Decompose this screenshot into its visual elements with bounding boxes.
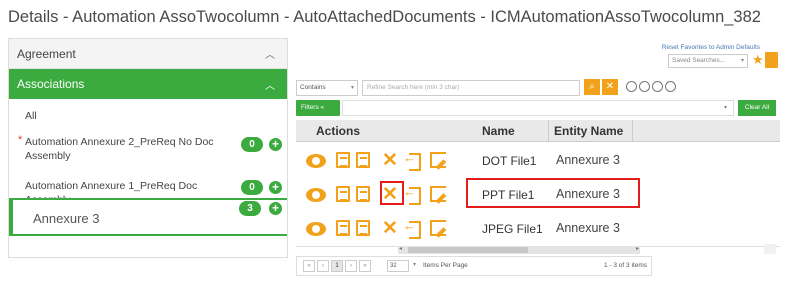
filters-bar[interactable]: ▾: [342, 100, 734, 116]
table-row[interactable]: ✕ DOT File1 Annexure 3: [296, 143, 780, 179]
close-icon[interactable]: ✕: [382, 219, 398, 238]
star-icon[interactable]: ★: [752, 52, 764, 68]
clear-search-button[interactable]: ✕: [602, 79, 618, 95]
edit-doc-icon[interactable]: [430, 152, 446, 168]
count-badge: 0: [241, 180, 263, 195]
association-item-annexure-2[interactable]: * Automation Annexure 2_PreReq No Doc As…: [9, 134, 239, 163]
cell-name[interactable]: JPEG File1: [482, 222, 543, 236]
clear-all-button[interactable]: Clear All: [738, 100, 776, 116]
pagination: « ‹ 1 › » 32 ▾ Items Per Page 1 - 3 of 3…: [296, 256, 652, 276]
scrollbar-corner: [764, 244, 776, 254]
association-all[interactable]: All: [9, 109, 287, 123]
search-icon: ⌕: [589, 81, 595, 92]
count-badge: 3: [239, 201, 261, 216]
eye-icon[interactable]: [306, 154, 326, 168]
column-header-entity-name[interactable]: Entity Name: [554, 124, 623, 138]
row-highlight: [466, 178, 640, 208]
associations-label: Associations: [17, 77, 85, 91]
signature-icon[interactable]: [356, 152, 370, 168]
contains-select[interactable]: Contains ▾: [296, 80, 358, 96]
page-title: Details - Automation AssoTwocolumn - Aut…: [8, 8, 761, 26]
prev-page-button[interactable]: ‹: [317, 260, 329, 272]
add-icon[interactable]: +: [269, 202, 282, 215]
required-marker: *: [18, 134, 23, 146]
close-icon[interactable]: ✕: [382, 151, 398, 170]
associations-panel: Agreement ︿ Associations ︿ All * Automat…: [8, 38, 288, 258]
settings-icon[interactable]: [665, 81, 676, 92]
list-view-icon[interactable]: [639, 81, 650, 92]
signature-icon[interactable]: [356, 186, 370, 202]
page-size-select[interactable]: 32: [387, 260, 409, 272]
page-number-button[interactable]: 1: [331, 260, 343, 272]
chevron-down-icon: ▾: [723, 105, 727, 111]
document-icon[interactable]: [336, 220, 350, 236]
search-input[interactable]: Refine Search here (min 3 char): [362, 80, 580, 96]
last-page-button[interactable]: »: [359, 260, 371, 272]
eye-icon[interactable]: [306, 188, 326, 202]
items-per-page-label: Items Per Page: [423, 262, 468, 269]
cell-entity-name: Annexure 3: [556, 153, 620, 167]
signature-icon[interactable]: [356, 220, 370, 236]
scroll-left-icon[interactable]: ◂: [399, 245, 402, 252]
eye-icon[interactable]: [306, 222, 326, 236]
add-icon[interactable]: +: [269, 138, 282, 151]
delete-highlight: [380, 181, 404, 205]
grid-header: Actions Name Entity Name: [296, 120, 780, 142]
column-divider: [548, 120, 549, 142]
first-page-button[interactable]: «: [303, 260, 315, 272]
document-icon[interactable]: [336, 152, 350, 168]
move-icon[interactable]: [403, 218, 421, 239]
chevron-up-icon[interactable]: ︿: [265, 77, 275, 92]
saved-searches-select[interactable]: Saved Searches... ▾: [668, 54, 748, 68]
edit-doc-icon[interactable]: [430, 186, 446, 202]
documents-panel: Reset Favorites to Admin Defaults Saved …: [292, 38, 784, 283]
count-badge: 0: [241, 137, 263, 152]
bookmark-icon[interactable]: [765, 52, 778, 68]
horizontal-scrollbar[interactable]: ◂ ▸: [398, 246, 640, 254]
edit-doc-icon[interactable]: [430, 220, 446, 236]
chevron-down-icon: ▾: [350, 85, 354, 91]
associations-accordion[interactable]: Associations ︿: [9, 69, 287, 99]
move-icon[interactable]: [403, 184, 421, 205]
association-list: All * Automation Annexure 2_PreReq No Do…: [9, 99, 287, 257]
reset-favorites-link[interactable]: Reset Favorites to Admin Defaults: [662, 44, 760, 51]
association-item-label: Automation Annexure 2_PreReq No Doc Asse…: [25, 136, 214, 162]
agreement-label: Agreement: [17, 46, 76, 61]
table-row[interactable]: ✕ JPEG File1 Annexure 3: [296, 211, 780, 247]
association-item-label: Annexure 3: [33, 211, 100, 226]
next-page-button[interactable]: ›: [345, 260, 357, 272]
search-button[interactable]: ⌕: [584, 79, 600, 95]
association-item-annexure-3[interactable]: Annexure 3 3 +: [9, 198, 287, 236]
scrollbar-thumb[interactable]: [408, 247, 528, 253]
cell-entity-name: Annexure 3: [556, 221, 620, 235]
chevron-down-icon[interactable]: ▾: [413, 261, 416, 268]
chevron-up-icon[interactable]: ︿: [265, 46, 275, 61]
agreement-accordion[interactable]: Agreement ︿: [9, 39, 287, 69]
document-icon[interactable]: [336, 186, 350, 202]
cell-name[interactable]: DOT File1: [482, 154, 536, 168]
close-icon: ✕: [605, 81, 615, 92]
item-range-label: 1 - 3 of 3 items: [604, 262, 647, 269]
column-header-actions: Actions: [316, 124, 361, 138]
column-header-name[interactable]: Name: [482, 124, 515, 138]
chevron-down-icon: ▾: [740, 58, 744, 64]
add-icon[interactable]: +: [269, 181, 282, 194]
column-divider: [632, 120, 633, 142]
filters-button[interactable]: Filters «: [296, 100, 340, 116]
tile-view-icon[interactable]: [652, 81, 663, 92]
scroll-right-icon[interactable]: ▸: [636, 245, 639, 252]
move-icon[interactable]: [403, 150, 421, 171]
grid-view-icon[interactable]: [626, 81, 637, 92]
